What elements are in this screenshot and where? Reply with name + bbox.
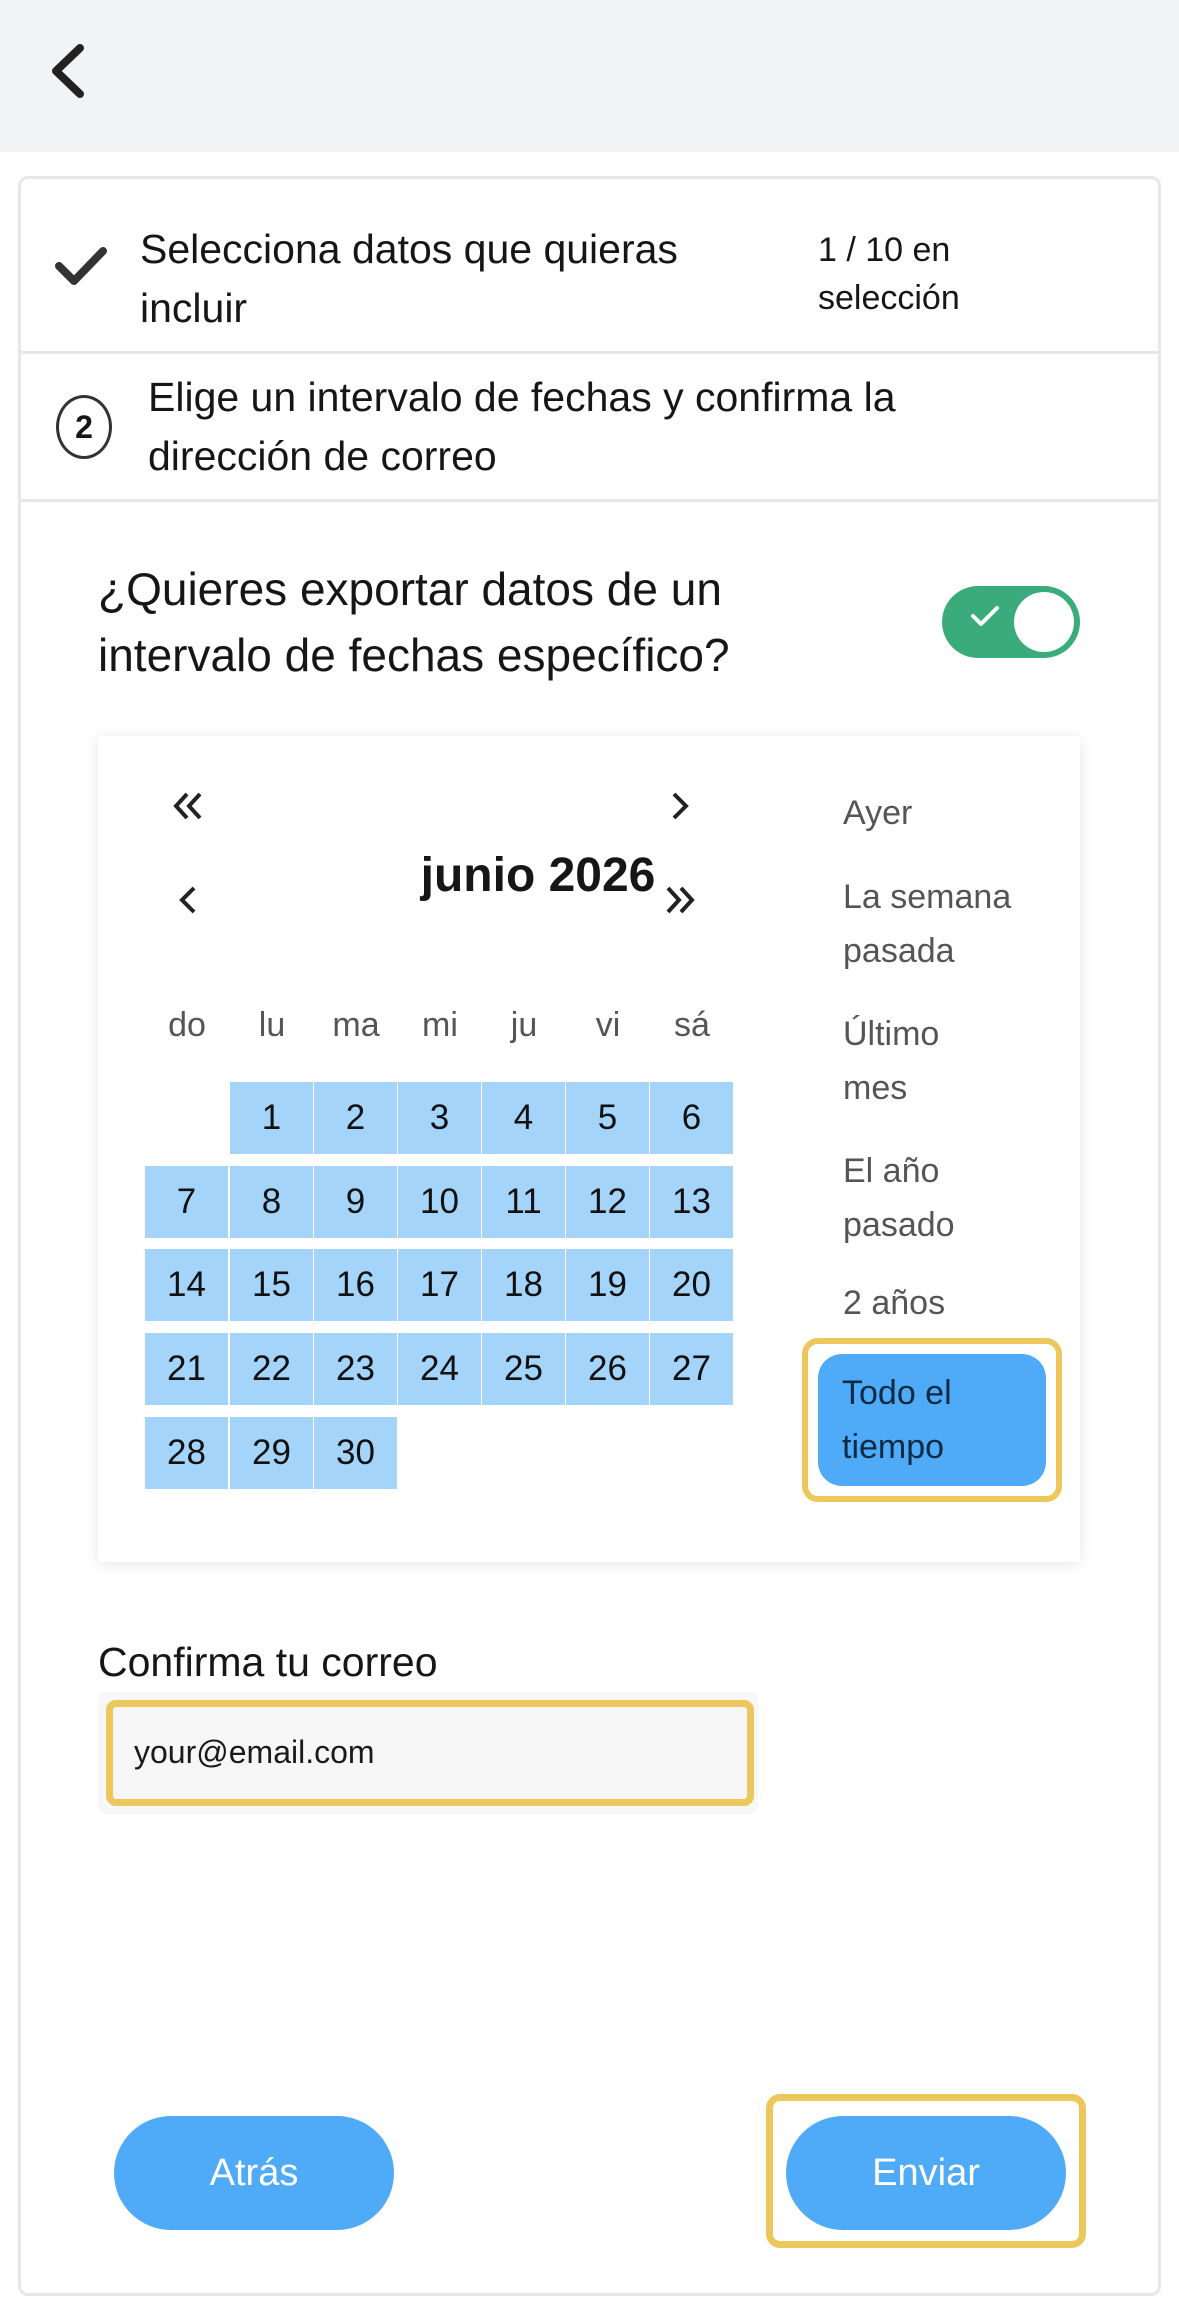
calendar-day[interactable]: 11 xyxy=(482,1166,565,1238)
calendar-day[interactable]: 22 xyxy=(230,1333,313,1405)
calendar-day[interactable]: 14 xyxy=(145,1249,228,1321)
preset-yesterday[interactable]: Ayer xyxy=(843,786,912,840)
calendar-day[interactable]: 29 xyxy=(230,1417,313,1489)
preset-two-years[interactable]: 2 años xyxy=(843,1276,945,1330)
calendar-day[interactable]: 25 xyxy=(482,1333,565,1405)
check-icon xyxy=(55,247,107,285)
prev-month-button[interactable] xyxy=(158,870,218,930)
back-chevron-button[interactable] xyxy=(40,38,96,104)
calendar-day[interactable]: 30 xyxy=(314,1417,397,1489)
toggle-knob xyxy=(1014,592,1074,652)
calendar-day[interactable]: 16 xyxy=(314,1249,397,1321)
calendar-day[interactable]: 6 xyxy=(650,1082,733,1154)
next-month-button[interactable] xyxy=(650,776,710,836)
calendar-day[interactable]: 5 xyxy=(566,1082,649,1154)
weekday-label: sá xyxy=(674,1006,710,1044)
toggle-check-icon xyxy=(971,606,999,626)
weekday-label: vi xyxy=(595,1006,621,1044)
calendar-day[interactable]: 18 xyxy=(482,1249,565,1321)
calendar-day[interactable]: 13 xyxy=(650,1166,733,1238)
calendar-day[interactable]: 28 xyxy=(145,1417,228,1489)
double-chevron-left-icon xyxy=(173,792,202,820)
calendar-day[interactable]: 12 xyxy=(566,1166,649,1238)
weekday-label: do xyxy=(168,1006,206,1044)
preset-last-week[interactable]: La semana pasada xyxy=(843,870,1033,978)
preset-all-time-label: Todo el tiempo xyxy=(842,1374,952,1466)
calendar-day[interactable]: 21 xyxy=(145,1333,228,1405)
calendar-day[interactable]: 4 xyxy=(482,1082,565,1154)
weekday-label: lu xyxy=(258,1006,286,1044)
calendar-day[interactable]: 10 xyxy=(398,1166,481,1238)
step2-title: Elige un intervalo de fechas y confirma … xyxy=(148,374,896,479)
calendar-day[interactable]: 9 xyxy=(314,1166,397,1238)
back-button[interactable]: Atrás xyxy=(114,2116,394,2230)
send-button[interactable]: Enviar xyxy=(786,2116,1066,2230)
calendar-day[interactable]: 23 xyxy=(314,1333,397,1405)
calendar-day[interactable]: 27 xyxy=(650,1333,733,1405)
prev-year-button[interactable] xyxy=(158,776,218,836)
email-value: your@email.com xyxy=(134,1734,375,1770)
month-title: junio 2026 xyxy=(420,849,656,902)
email-label: Confirma tu correo xyxy=(98,1639,438,1685)
weekday-label: ma xyxy=(332,1006,380,1044)
date-range-toggle[interactable] xyxy=(942,586,1080,658)
calendar-day[interactable]: 26 xyxy=(566,1333,649,1405)
calendar-day[interactable]: 15 xyxy=(230,1249,313,1321)
step-select-data[interactable]: Selecciona datos que quieras incluir 1 /… xyxy=(18,176,1161,354)
preset-last-year[interactable]: El año pasado xyxy=(843,1144,973,1252)
calendar-day[interactable]: 3 xyxy=(398,1082,481,1154)
preset-last-month[interactable]: Último mes xyxy=(843,1007,973,1115)
calendar-day[interactable]: 1 xyxy=(230,1082,313,1154)
calendar-day[interactable]: 8 xyxy=(230,1166,313,1238)
selection-count: 1 / 10 en selección xyxy=(818,231,960,317)
step1-title: Selecciona datos que quieras incluir xyxy=(140,226,678,331)
step-number-badge: 2 xyxy=(56,395,112,459)
date-range-question: ¿Quieres exportar datos de un intervalo … xyxy=(98,563,730,681)
calendar-day[interactable]: 2 xyxy=(314,1082,397,1154)
preset-all-time[interactable]: Todo el tiempo xyxy=(818,1354,1046,1486)
weekday-label: mi xyxy=(422,1006,458,1044)
step-date-range: 2 Elige un intervalo de fechas y confirm… xyxy=(18,354,1161,502)
chevron-left-icon xyxy=(179,886,196,914)
weekday-label: ju xyxy=(510,1006,538,1044)
calendar-day[interactable]: 19 xyxy=(566,1249,649,1321)
calendar-day[interactable]: 20 xyxy=(650,1249,733,1321)
calendar-day[interactable]: 7 xyxy=(145,1166,228,1238)
chevron-left-icon xyxy=(52,44,84,98)
chevron-right-icon xyxy=(672,792,689,820)
top-bar xyxy=(0,0,1179,152)
calendar-day[interactable]: 17 xyxy=(398,1249,481,1321)
calendar-day[interactable]: 24 xyxy=(398,1333,481,1405)
